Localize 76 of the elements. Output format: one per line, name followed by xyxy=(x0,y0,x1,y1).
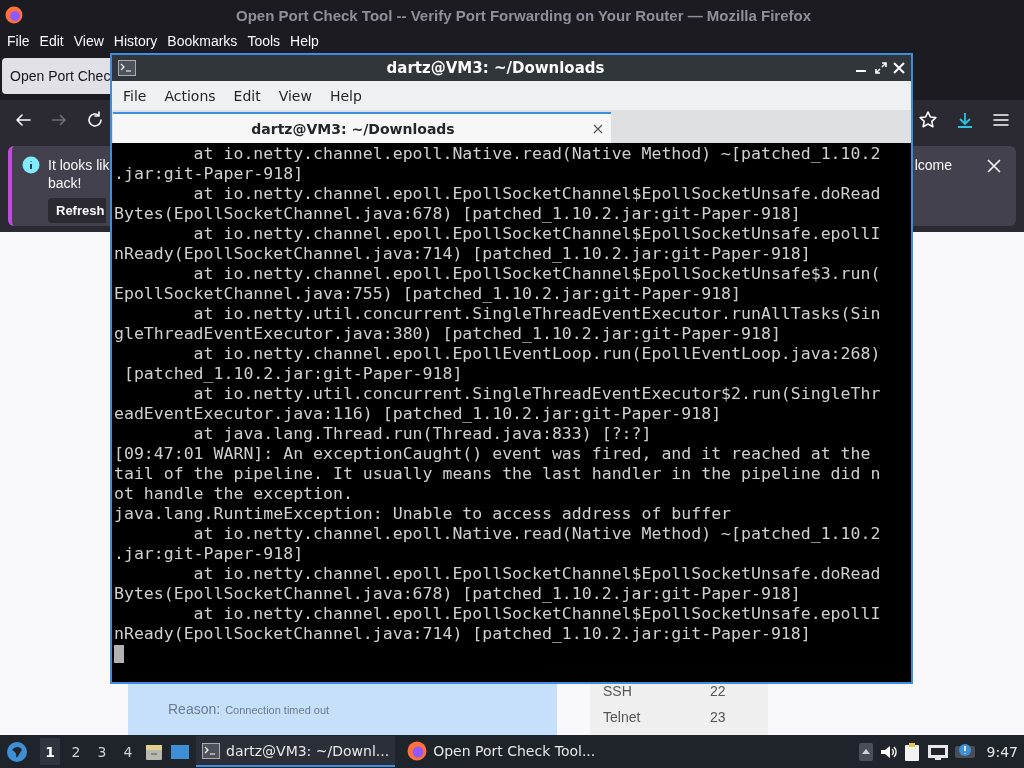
terminal-line: gleThreadEventExecutor.java:380) [patched_1.10.2.jar:git-Paper-918] xyxy=(114,324,781,344)
terminal-line: at io.netty.channel.epoll.EpollSocketChannel$EpollSocketUnsafe.epollI xyxy=(192,604,881,624)
terminal-icon xyxy=(202,742,220,759)
refresh-button[interactable]: Refresh xyxy=(48,198,107,223)
taskbar-task[interactable]: dartz@VM3: ~/Downl... xyxy=(196,736,396,767)
menu-item[interactable]: View xyxy=(269,87,321,104)
menu-item[interactable]: File xyxy=(2,33,35,49)
menu-item[interactable]: Bookmarks xyxy=(162,33,243,49)
close-icon[interactable] xyxy=(893,62,905,74)
notification-icon[interactable] xyxy=(954,742,975,761)
star-icon[interactable] xyxy=(918,110,938,130)
menu-item[interactable]: History xyxy=(108,33,163,49)
menu-item[interactable]: File xyxy=(114,87,156,104)
start-menu-icon[interactable] xyxy=(6,740,28,763)
terminal-line: EpollSocketChannel.java:755) [patched_1.10.2.jar:git-Paper-918] xyxy=(114,284,742,304)
notification-text: It looks lik xyxy=(48,156,110,174)
menu-item[interactable]: Edit xyxy=(34,33,69,49)
terminal-line: [patched_1.10.2.jar:git-Paper-918] xyxy=(122,364,463,384)
terminal-line: nReady(EpollSocketChannel.java:714) [patched_1.10.2.jar:git-Paper-918] xyxy=(114,244,811,264)
terminal-line: at io.netty.channel.epoll.EpollSocketChannel$EpollSocketUnsafe.doRead xyxy=(192,564,881,584)
terminal-line: at java.lang.Thread.run(Thread.java:833) [?:?] xyxy=(192,424,652,444)
terminal-icon xyxy=(118,60,136,76)
notification-text: lcome xyxy=(914,156,952,175)
terminal-line: java.lang.RuntimeException: Unable to access address of buffer xyxy=(114,504,732,524)
port-number: 23 xyxy=(710,708,726,726)
terminal-line: tail of the pipeline. It usually means the last handler in the pipeline did n xyxy=(114,464,881,484)
menu-item[interactable]: Help xyxy=(285,33,324,49)
terminal-line: Bytes(EpollSocketChannel.java:678) [patched_1.10.2.jar:git-Paper-918] xyxy=(114,204,801,224)
terminal-line: nReady(EpollSocketChannel.java:714) [patched_1.10.2.jar:git-Paper-918] xyxy=(114,624,811,644)
reason-text: Connection timed out xyxy=(225,704,330,716)
clock: 9:47 xyxy=(986,743,1018,760)
info-icon xyxy=(22,156,40,174)
firefox-logo-icon xyxy=(407,740,428,761)
window-title: Open Port Check Tool -- Verify Port Forwarding on Your Router — Mozilla Firefox xyxy=(234,6,812,24)
terminal-line: ot handle the exception. xyxy=(114,484,353,504)
workspace-button[interactable]: 2 xyxy=(66,738,86,765)
terminal-line: .jar:git-Paper-918] xyxy=(114,544,304,564)
terminal-line: at io.netty.channel.epoll.EpollEventLoop.run(EpollEventLoop.java:268) xyxy=(192,344,881,364)
workspace-button[interactable]: 4 xyxy=(118,738,138,765)
tab-close-icon[interactable] xyxy=(593,123,603,134)
menu-item[interactable]: Edit xyxy=(224,87,270,104)
terminal-line: eadEventExecutor.java:116) [patched_1.10.2.jar:git-Paper-918] xyxy=(114,404,722,424)
restore-icon[interactable] xyxy=(875,62,887,74)
window-title: dartz@VM3: ~/Downloads xyxy=(385,59,606,77)
terminal-line: Bytes(EpollSocketChannel.java:678) [patched_1.10.2.jar:git-Paper-918] xyxy=(114,584,801,604)
menu-item[interactable]: Help xyxy=(320,87,371,104)
terminal-line: [09:47:01 WARN]: An exceptionCaught() event was fired, and it reached at the xyxy=(114,444,871,464)
workspace-button[interactable]: 1 xyxy=(40,738,60,765)
terminal-line: at io.netty.channel.epoll.EpollSocketChannel$EpollSocketUnsafe.doRead xyxy=(192,184,881,204)
firefox-logo-icon xyxy=(5,6,23,24)
clipboard-icon[interactable] xyxy=(902,741,921,762)
download-icon[interactable] xyxy=(956,111,974,129)
reload-icon[interactable] xyxy=(86,111,104,129)
taskbar-task[interactable]: Open Port Check Tool... xyxy=(401,736,602,767)
menu-item[interactable]: Actions xyxy=(155,87,225,104)
terminal-line: at io.netty.util.concurrent.SingleThreadEventExecutor.runAllTasks(Sin xyxy=(192,304,881,324)
network-icon[interactable] xyxy=(926,742,949,761)
terminal-line: at io.netty.channel.epoll.EpollSocketChannel$EpollSocketUnsafe.epollI xyxy=(192,224,881,244)
menu-item[interactable]: Tools xyxy=(242,33,286,49)
notification-text: back! xyxy=(48,174,83,192)
workspace-button[interactable]: 3 xyxy=(92,738,112,765)
menu-item[interactable]: View xyxy=(68,33,109,49)
close-icon[interactable] xyxy=(986,158,1002,174)
menu-icon[interactable] xyxy=(992,111,1010,129)
terminal-line: at io.netty.channel.epoll.EpollSocketChannel$EpollSocketUnsafe$3.run( xyxy=(192,264,881,284)
terminal-line: at io.netty.channel.epoll.Native.read(Native Method) ~[patched_1.10.2 xyxy=(192,144,881,164)
terminal-line: at io.netty.channel.epoll.Native.read(Native Method) ~[patched_1.10.2 xyxy=(192,524,881,544)
terminal-line: at io.netty.util.concurrent.SingleThreadEventExecutor$2.run(SingleThr xyxy=(192,384,881,404)
service-name: Telnet xyxy=(603,708,642,726)
terminal-line: .jar:git-Paper-918] xyxy=(114,164,304,184)
service-name: SSH xyxy=(603,682,633,700)
back-arrow-icon[interactable] xyxy=(14,111,32,129)
text-cursor xyxy=(114,645,124,663)
port-number: 22 xyxy=(710,682,726,700)
browser-tab[interactable]: Open Port Chec xyxy=(2,58,111,94)
reason-label: Reason: xyxy=(168,701,221,717)
